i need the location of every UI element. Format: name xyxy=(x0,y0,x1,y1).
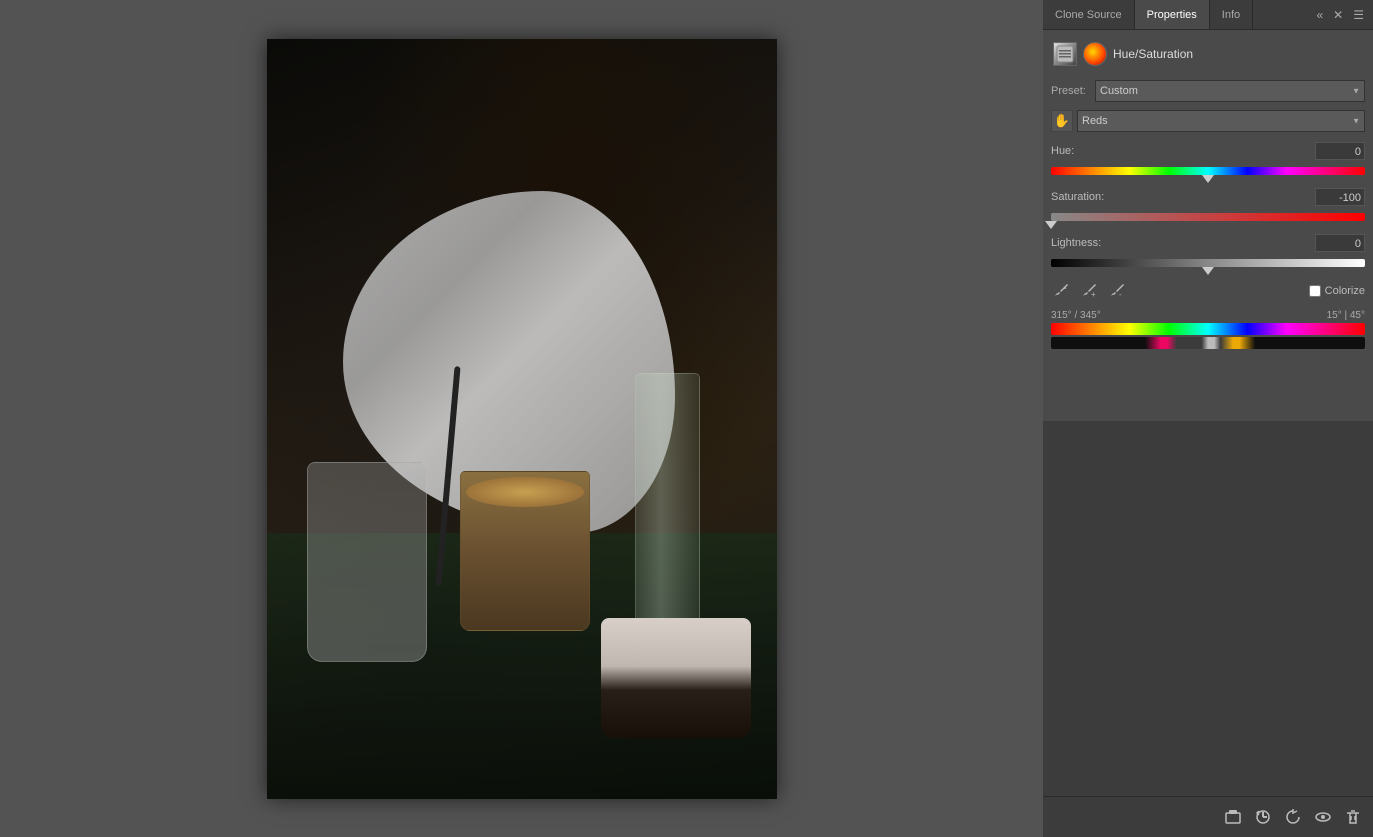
color-range-section: 315° / 345° 15° | 45° xyxy=(1051,310,1365,349)
color-range-labels: 315° / 345° 15° | 45° xyxy=(1051,310,1365,321)
color-range-bar-bottom[interactable] xyxy=(1051,337,1365,349)
lightness-thumb[interactable] xyxy=(1202,267,1214,275)
right-panel: Clone Source Properties Info « ✕ ☰ xyxy=(1043,0,1373,837)
preset-row: Preset: Custom Default Cyanotype Sepia S… xyxy=(1051,80,1365,102)
hue-label-row: Hue: 0 xyxy=(1051,142,1365,160)
lightness-track-container xyxy=(1051,254,1365,272)
hue-slider-row: Hue: 0 xyxy=(1051,142,1365,180)
lightness-track[interactable] xyxy=(1051,259,1365,267)
saturation-thumb[interactable] xyxy=(1045,221,1057,229)
panel-content: Hue/Saturation Preset: Custom Default Cy… xyxy=(1043,30,1373,421)
svg-text:+: + xyxy=(1091,290,1096,299)
latte-art xyxy=(466,477,584,507)
tools-row: + - Colorize xyxy=(1051,280,1365,302)
reset-button[interactable] xyxy=(1281,805,1305,829)
photo-canvas[interactable] xyxy=(267,39,777,799)
menu-icon[interactable]: ☰ xyxy=(1350,6,1367,24)
delete-button[interactable] xyxy=(1341,805,1365,829)
saturation-label: Saturation: xyxy=(1051,191,1104,203)
color-range-bar-top[interactable] xyxy=(1051,323,1365,335)
hue-label: Hue: xyxy=(1051,145,1074,157)
hand-tool-icon: ✋ xyxy=(1054,113,1070,129)
saturation-slider-row: Saturation: -100 xyxy=(1051,188,1365,226)
glass-left xyxy=(307,462,427,662)
coffee-cup-mid xyxy=(460,471,590,631)
lightness-label: Lightness: xyxy=(1051,237,1101,249)
panel-spacer xyxy=(1043,421,1373,796)
hue-value[interactable]: 0 xyxy=(1315,142,1365,160)
saturation-track-container xyxy=(1051,208,1365,226)
tab-clone-source[interactable]: Clone Source xyxy=(1043,0,1135,29)
hue-thumb[interactable] xyxy=(1202,175,1214,183)
eyedropper-add-button[interactable]: + xyxy=(1079,280,1101,302)
channel-row: ✋ Reds Master Yellows Greens Cyans Blues… xyxy=(1051,110,1365,132)
lightness-value[interactable]: 0 xyxy=(1315,234,1365,252)
panel-controls: « ✕ ☰ xyxy=(1313,6,1373,24)
hue-track[interactable] xyxy=(1051,167,1365,175)
range-right-label: 15° | 45° xyxy=(1327,310,1365,321)
channel-select[interactable]: Reds Master Yellows Greens Cyans Blues M… xyxy=(1077,110,1365,132)
canvas-area xyxy=(0,0,1043,837)
collapse-icon[interactable]: « xyxy=(1313,6,1326,24)
target-adjust-icon[interactable]: ✋ xyxy=(1051,110,1073,132)
colorize-row: Colorize xyxy=(1309,285,1365,297)
eyedropper-button[interactable] xyxy=(1051,280,1073,302)
panel-tabs: Clone Source Properties Info « ✕ ☰ xyxy=(1043,0,1373,30)
view-previous-state-button[interactable] xyxy=(1251,805,1275,829)
range-left-label: 315° / 345° xyxy=(1051,310,1101,321)
hs-title: Hue/Saturation xyxy=(1113,47,1193,61)
hs-layer-icon xyxy=(1053,42,1077,66)
photo-background xyxy=(267,39,777,799)
tab-info[interactable]: Info xyxy=(1210,0,1253,29)
lightness-slider-row: Lightness: 0 xyxy=(1051,234,1365,272)
saturation-track[interactable] xyxy=(1051,213,1365,221)
tab-properties[interactable]: Properties xyxy=(1135,0,1210,29)
saturation-value[interactable]: -100 xyxy=(1315,188,1365,206)
colorize-checkbox[interactable] xyxy=(1309,285,1321,297)
preset-select-wrapper: Custom Default Cyanotype Sepia Strong Sa… xyxy=(1095,80,1365,102)
coffee-mug-right xyxy=(601,618,751,738)
hue-track-container xyxy=(1051,162,1365,180)
lightness-label-row: Lightness: 0 xyxy=(1051,234,1365,252)
colorize-label[interactable]: Colorize xyxy=(1325,285,1365,297)
channel-select-wrapper: Reds Master Yellows Greens Cyans Blues M… xyxy=(1077,110,1365,132)
saturation-label-row: Saturation: -100 xyxy=(1051,188,1365,206)
clip-to-layer-button[interactable] xyxy=(1221,805,1245,829)
eyedropper-subtract-button[interactable]: - xyxy=(1107,280,1129,302)
preset-label: Preset: xyxy=(1051,85,1091,97)
hs-header: Hue/Saturation xyxy=(1051,38,1365,70)
bottom-toolbar xyxy=(1043,796,1373,837)
hs-adjustment-icon xyxy=(1083,42,1107,66)
preset-select[interactable]: Custom Default Cyanotype Sepia Strong Sa… xyxy=(1095,80,1365,102)
svg-text:-: - xyxy=(1119,290,1122,299)
close-icon[interactable]: ✕ xyxy=(1330,6,1346,24)
toggle-visibility-button[interactable] xyxy=(1311,805,1335,829)
